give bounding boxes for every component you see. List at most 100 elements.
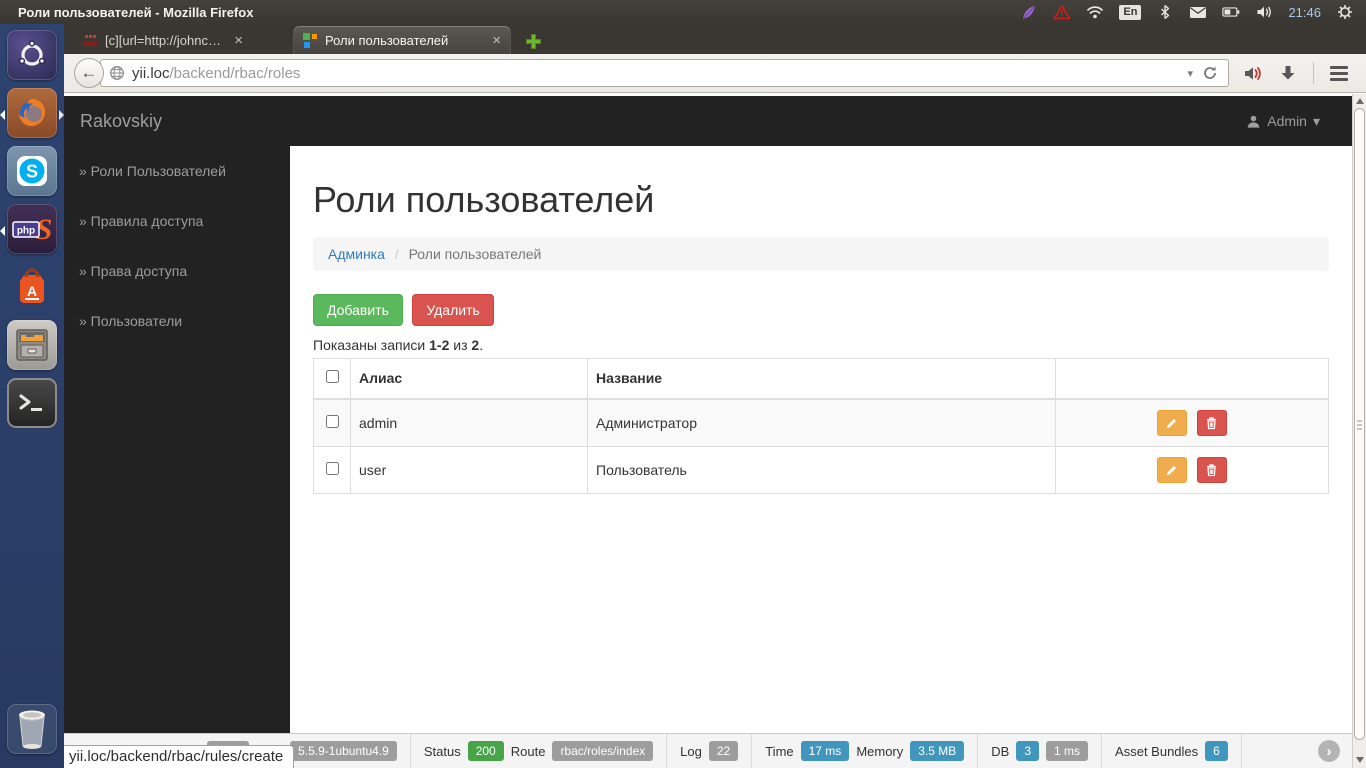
launcher-item-ubuntu-dash[interactable] <box>7 30 57 80</box>
header-actions <box>1055 358 1329 400</box>
scrollbar-thumb[interactable] <box>1354 108 1365 740</box>
route-badge: rbac/roles/index <box>552 741 654 761</box>
ubuntu-top-panel: Роли пользователей - Mozilla Firefox En … <box>0 0 1366 24</box>
ubuntu-dash-icon <box>18 40 46 66</box>
app-sidebar: » Роли Пользователей » Правила доступа »… <box>64 146 290 733</box>
user-dropdown[interactable]: Admin ▾ <box>1246 96 1320 146</box>
firefox-icon <box>19 99 45 126</box>
log-label: Log <box>680 743 702 759</box>
url-bar[interactable]: yii.loc/backend/rbac/roles ▾ <box>100 59 1229 87</box>
audio-indicator-icon[interactable] <box>1243 65 1263 82</box>
user-icon <box>1247 115 1260 128</box>
debug-db-block[interactable]: DB 3 1 ms <box>978 734 1103 768</box>
db-time-badge: 1 ms <box>1046 741 1089 761</box>
launcher-item-firefox[interactable] <box>7 88 57 138</box>
wifi-icon[interactable] <box>1086 3 1104 21</box>
svg-text:A: A <box>27 283 37 299</box>
tab-forum[interactable]: [c][url=http://johnc… × <box>74 26 252 54</box>
globe-icon <box>110 66 124 80</box>
tab-close-icon[interactable]: × <box>492 33 501 48</box>
phpstorm-icon: Sphp <box>12 213 52 246</box>
php-version-badge: 5.5.9-1ubuntu4.9 <box>290 741 397 761</box>
sidebar-item-users[interactable]: » Пользователи <box>64 296 290 346</box>
debug-assets-block[interactable]: Asset Bundles 6 <box>1102 734 1242 768</box>
url-dropdown-icon[interactable]: ▾ <box>1187 67 1193 80</box>
select-all-checkbox[interactable] <box>325 370 339 384</box>
session-gear-icon[interactable] <box>1336 3 1354 21</box>
debug-profiling-block[interactable]: Time 17 ms Memory 3.5 MB <box>752 734 979 768</box>
launcher-item-trash[interactable] <box>7 704 57 754</box>
scrollbar-grip <box>1357 424 1362 426</box>
launcher-item-file-archiver[interactable] <box>7 320 57 370</box>
cell-alias: admin <box>350 398 588 447</box>
delete-row-button[interactable] <box>1196 409 1227 436</box>
quill-indicator-icon[interactable] <box>1020 3 1038 21</box>
unity-launcher: S Sphp A <box>0 24 64 768</box>
menu-icon[interactable] <box>1330 65 1348 81</box>
add-button[interactable]: Добавить <box>313 294 403 326</box>
sidebar-item-roles[interactable]: » Роли Пользователей <box>64 146 290 196</box>
tab-close-icon[interactable]: × <box>234 33 243 48</box>
sidebar-item-rules[interactable]: » Правила доступа <box>64 196 290 246</box>
new-tab-button[interactable] <box>518 28 548 54</box>
debug-log-block[interactable]: Log 22 <box>667 734 753 768</box>
launcher-item-phpstorm[interactable]: Sphp <box>7 204 57 254</box>
table-row: admin Администратор <box>313 398 1329 447</box>
tab-favicon <box>303 32 317 48</box>
app-navbar: Rakovskiy Admin ▾ <box>64 96 1366 146</box>
table-header-row: Алиас Название <box>313 358 1329 400</box>
row-checkbox[interactable] <box>325 414 339 428</box>
memory-label: Memory <box>856 743 904 759</box>
focused-indicator <box>59 110 64 120</box>
svg-text:php: php <box>17 226 35 237</box>
pencil-icon <box>1167 465 1177 475</box>
debugbar-expand-button[interactable]: › <box>1318 740 1340 762</box>
scroll-up-icon[interactable] <box>1356 98 1364 104</box>
edit-button[interactable] <box>1157 456 1188 483</box>
launcher-item-software-center[interactable]: A <box>7 262 57 312</box>
delete-row-button[interactable] <box>1196 456 1227 483</box>
debug-request-block[interactable]: Status 200 Route rbac/roles/index <box>411 734 668 768</box>
delete-button[interactable]: Удалить <box>412 294 494 326</box>
table-row: user Пользователь <box>313 445 1329 494</box>
time-label: Time <box>765 743 794 759</box>
row-checkbox[interactable] <box>325 461 339 475</box>
header-name[interactable]: Название <box>587 358 1056 400</box>
tab-roles[interactable]: Роли пользователей × <box>294 26 510 54</box>
warning-icon[interactable] <box>1053 3 1071 21</box>
keyboard-layout-indicator[interactable]: En <box>1119 4 1142 20</box>
back-button[interactable]: ← <box>74 58 104 88</box>
page-viewport: Rakovskiy Admin ▾ » Роли Пользователей »… <box>64 94 1366 768</box>
status-label: Status <box>423 743 461 759</box>
edit-button[interactable] <box>1157 409 1188 436</box>
pencil-icon <box>1167 418 1177 428</box>
vertical-scrollbar[interactable] <box>1352 94 1366 768</box>
trash-icon <box>1207 416 1217 429</box>
main-content: Роли пользователей Админка / Роли пользо… <box>290 146 1352 733</box>
db-count-badge: 3 <box>1016 741 1040 761</box>
battery-icon[interactable] <box>1222 3 1240 21</box>
launcher-item-skype[interactable]: S <box>7 146 57 196</box>
header-alias[interactable]: Алиас <box>350 358 588 400</box>
skype-icon: S <box>17 156 47 186</box>
breadcrumb-home-link[interactable]: Админка <box>328 246 385 262</box>
breadcrumb-current: Роли пользователей <box>408 246 542 262</box>
app-brand[interactable]: Rakovskiy <box>80 96 162 146</box>
toolbar-separator <box>1313 62 1314 84</box>
mail-icon[interactable] <box>1189 3 1207 21</box>
scroll-down-icon[interactable] <box>1356 757 1364 763</box>
breadcrumb: Админка / Роли пользователей <box>313 237 1329 271</box>
launcher-item-terminal[interactable] <box>7 378 57 428</box>
route-label: Route <box>510 743 546 759</box>
download-icon[interactable] <box>1279 64 1297 82</box>
sidebar-item-permissions[interactable]: » Права доступа <box>64 246 290 296</box>
log-badge: 22 <box>708 741 739 761</box>
header-checkbox-cell <box>313 358 351 400</box>
terminal-icon <box>19 394 42 411</box>
volume-icon[interactable] <box>1255 3 1273 21</box>
bluetooth-icon[interactable] <box>1156 3 1174 21</box>
software-center-icon: A <box>20 268 44 303</box>
panel-clock[interactable]: 21:46 <box>1288 5 1321 20</box>
running-indicator <box>0 110 5 120</box>
reload-icon[interactable] <box>1202 65 1218 81</box>
